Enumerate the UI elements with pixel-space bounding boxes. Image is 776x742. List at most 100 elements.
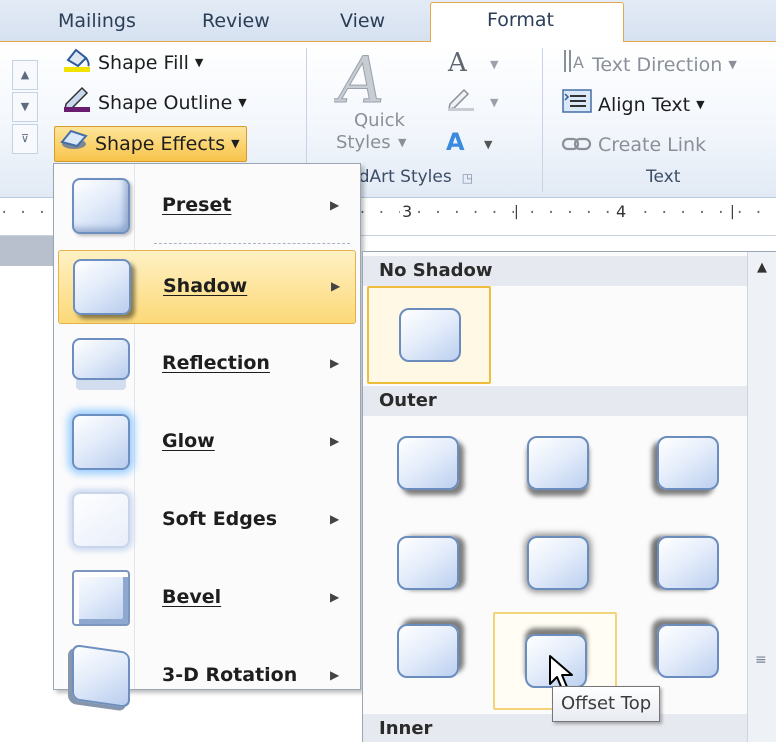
shape-fill-button[interactable]: Shape Fill ▼ [62, 48, 203, 78]
glow-icon [72, 414, 130, 470]
styles-more[interactable]: ⊽ [12, 124, 38, 154]
text-outline-icon [446, 88, 476, 117]
create-link-label: Create Link [598, 134, 707, 156]
chevron-down-icon: ▼ [696, 98, 705, 111]
text-outline-button[interactable]: ▼ [446, 86, 508, 116]
styles-scroll-up[interactable]: ▲ [12, 60, 38, 90]
menu-item-label: Reflection [162, 352, 270, 374]
shadow-option-none[interactable] [367, 286, 491, 384]
wordart-group-label: rdArt Styles ◳ [352, 164, 473, 190]
dialog-launcher-icon[interactable]: ◳ [462, 171, 473, 185]
menu-item-label: Shadow [163, 275, 248, 297]
styles-scroll-down[interactable]: ▼ [12, 92, 38, 122]
document-margin [0, 236, 56, 266]
menu-item-label: Bevel [162, 586, 222, 608]
tab-review[interactable]: Review [202, 6, 270, 36]
wordart-a-icon: A [333, 44, 408, 119]
shadow-option-offset-diagonal-bottom-right[interactable] [367, 416, 491, 514]
svg-text:A: A [573, 53, 584, 72]
ruler-tick: | [730, 204, 735, 220]
shadow-thumb [397, 624, 459, 678]
menu-item-shadow[interactable]: Shadow ▶ [58, 250, 356, 324]
shadow-thumb [527, 536, 589, 590]
bevel-icon [72, 570, 130, 626]
text-fill-button[interactable]: A ▼ [448, 48, 508, 78]
menu-item-label: 3-D Rotation [162, 664, 298, 686]
svg-text:A: A [334, 48, 384, 106]
menu-item-bevel[interactable]: Bevel ▶ [58, 562, 356, 636]
gallery-scrollbar[interactable]: ▲ ≡ [747, 252, 776, 742]
menu-item-label: Soft Edges [162, 508, 278, 530]
shadow-option-offset-center[interactable] [497, 516, 621, 614]
submenu-arrow-icon: ▶ [330, 434, 340, 448]
chevron-down-icon: ▼ [194, 56, 204, 69]
shadow-option-offset-left[interactable] [627, 516, 751, 614]
shape-fill-label: Shape Fill [98, 52, 189, 74]
submenu-arrow-icon: ▶ [330, 198, 340, 212]
shape-effects-button[interactable]: Shape Effects ▼ [54, 126, 247, 162]
shape-outline-button[interactable]: Shape Outline ▼ [62, 86, 247, 121]
ruler-mark-4: 4 [614, 202, 629, 221]
preset-icon [72, 178, 130, 234]
menu-separator [154, 243, 350, 244]
shadow-option-offset-right[interactable] [367, 516, 491, 614]
wordart-group-text: rdArt Styles [352, 167, 452, 187]
shadow-thumb [657, 536, 719, 590]
group-separator [542, 48, 543, 192]
pencil-outline-icon [62, 86, 92, 121]
shadow-thumb [657, 624, 719, 678]
align-text-icon [562, 88, 592, 122]
outer-header: Outer [363, 386, 749, 416]
align-text-button[interactable]: Align Text ▼ [562, 88, 705, 122]
submenu-arrow-icon: ▶ [330, 356, 340, 370]
paint-bucket-icon [62, 46, 92, 81]
quick-styles-label-1: Quick [354, 110, 405, 131]
submenu-arrow-icon: ▶ [330, 590, 340, 604]
menu-item-soft-edges[interactable]: Soft Edges ▶ [58, 484, 356, 558]
shape-outline-label: Shape Outline [98, 92, 233, 114]
text-direction-icon: A [562, 48, 586, 83]
shadow-icon [73, 259, 131, 315]
text-effects-icon: A [446, 128, 465, 156]
tooltip-offset-top: Offset Top [552, 686, 661, 722]
scroll-up-arrow-icon[interactable]: ▲ [751, 258, 773, 278]
menu-item-label: Glow [162, 430, 215, 452]
shadow-thumb [397, 536, 459, 590]
chevron-down-icon: ▼ [231, 137, 240, 150]
menu-item-reflection[interactable]: Reflection ▶ [58, 328, 356, 402]
align-text-label: Align Text [598, 94, 691, 116]
chevron-down-icon: ▼ [484, 138, 493, 151]
menu-item-preset[interactable]: Preset ▶ [58, 170, 356, 244]
tab-view[interactable]: View [340, 6, 385, 36]
chevron-down-icon: ▼ [490, 96, 499, 109]
shadow-option-offset-bottom[interactable] [497, 416, 621, 514]
submenu-arrow-icon: ▶ [330, 512, 340, 526]
shadow-thumb [657, 436, 719, 490]
submenu-arrow-icon: ▶ [331, 279, 341, 293]
chevron-down-icon: ▼ [490, 58, 499, 71]
quick-styles-label-2: Styles [336, 132, 391, 153]
quick-styles-button[interactable]: A Quick Styles ▼ [330, 44, 416, 160]
tab-format[interactable]: Format [430, 2, 624, 43]
shadow-option-offset-diagonal-top-right[interactable] [367, 604, 491, 702]
reflection-icon [72, 338, 130, 380]
tab-mailings[interactable]: Mailings [58, 6, 136, 36]
scroll-grip-icon[interactable]: ≡ [755, 652, 767, 668]
3d-rotation-icon [72, 643, 130, 709]
chevron-down-icon: ▼ [728, 58, 737, 71]
menu-item-label: Preset [162, 194, 232, 216]
text-direction-button[interactable]: A Text Direction ▼ [562, 48, 737, 83]
shape-effects-menu: Preset ▶ Shadow ▶ Reflection ▶ Glow ▶ So… [53, 163, 361, 709]
chevron-down-icon: ▼ [398, 136, 407, 149]
submenu-arrow-icon: ▶ [330, 668, 340, 682]
soft-edges-icon [72, 492, 130, 548]
shadow-thumb [527, 436, 589, 490]
chain-link-icon [561, 130, 592, 160]
text-effects-button[interactable]: A ▼ [446, 128, 508, 158]
text-fill-icon: A [448, 48, 467, 78]
menu-item-glow[interactable]: Glow ▶ [58, 406, 356, 480]
create-link-button[interactable]: Create Link [561, 130, 707, 160]
menu-item-3d-rotation[interactable]: 3-D Rotation ▶ [58, 640, 356, 714]
shadow-option-offset-diagonal-bottom-left[interactable] [627, 416, 751, 514]
shadow-thumb [397, 436, 459, 490]
